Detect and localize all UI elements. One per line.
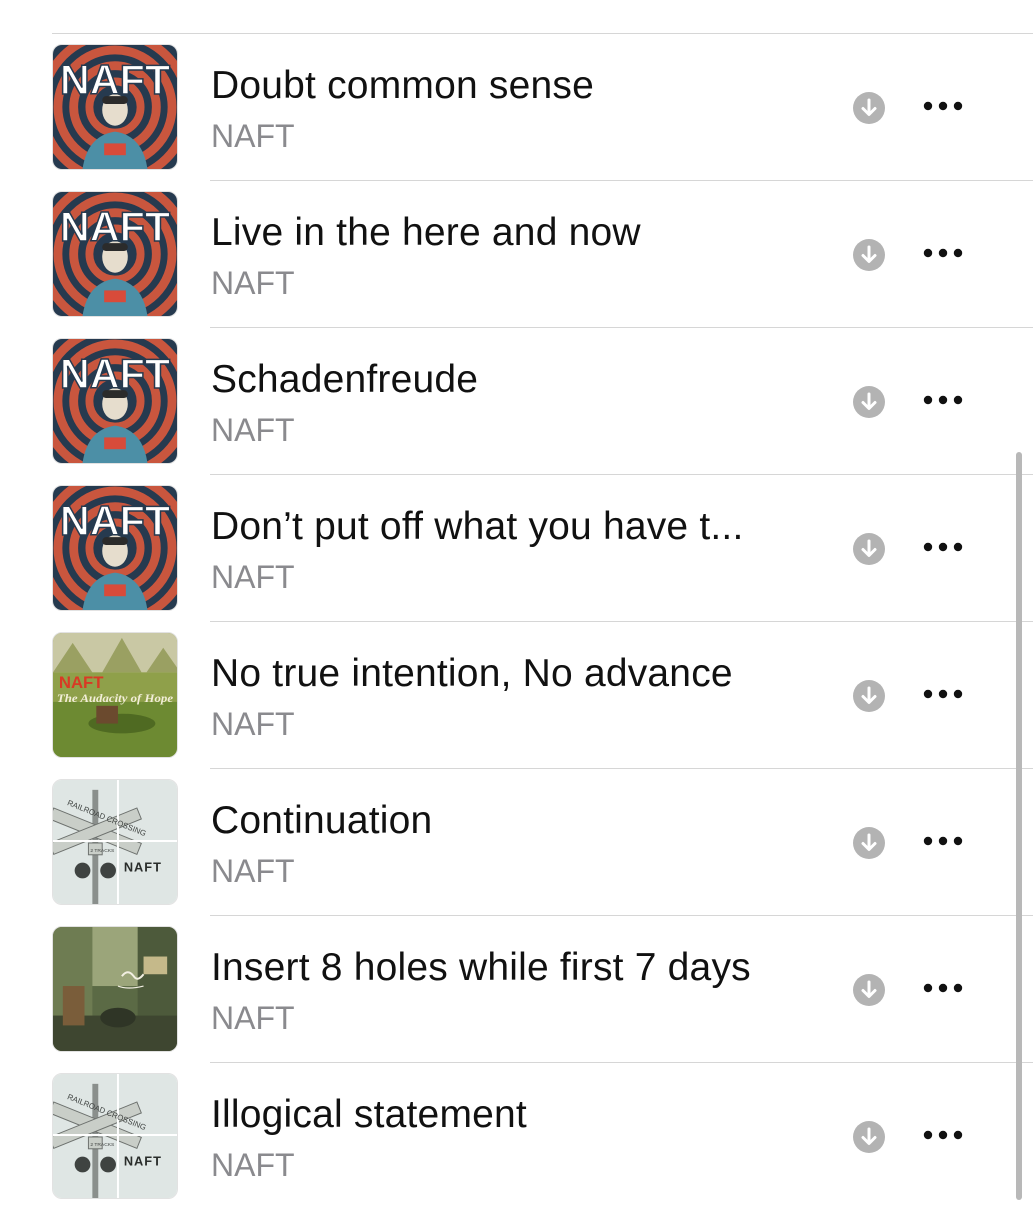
spiral-album-art: NAFT	[53, 45, 177, 169]
track-artist: NAFT	[211, 853, 295, 889]
track-row[interactable]: RAILROAD CROSSING 2 TRACKS NAFT Continua…	[0, 769, 1033, 916]
spiral-album-art: NAFT	[53, 339, 177, 463]
track-title: Schadenfreude	[211, 358, 479, 401]
more-options-button[interactable]	[918, 1115, 968, 1155]
svg-text:NAFT: NAFT	[60, 351, 170, 397]
album-artwork: NAFT The Audacity of Hope	[52, 632, 178, 758]
album-artwork: NAFT	[52, 338, 178, 464]
album-artwork: NAFT	[52, 44, 178, 170]
track-title: Doubt common sense	[211, 64, 594, 107]
artwork-text: NAFT	[124, 860, 162, 875]
download-icon[interactable]	[852, 679, 886, 713]
track-title: Insert 8 holes while first 7 days	[211, 946, 751, 989]
track-row[interactable]: RAILROAD CROSSING 2 TRACKS NAFT Illogica…	[0, 1063, 1033, 1210]
spiral-album-art: NAFT	[53, 192, 177, 316]
album-artwork: RAILROAD CROSSING 2 TRACKS NAFT	[52, 779, 178, 905]
album-artwork	[52, 926, 178, 1052]
artwork-text: 2 TRACKS	[90, 1142, 115, 1148]
download-icon[interactable]	[852, 1120, 886, 1154]
track-row[interactable]: NAFT The Audacity of Hope No true intent…	[0, 622, 1033, 769]
more-icon	[923, 395, 963, 405]
more-options-button[interactable]	[918, 821, 968, 861]
more-icon	[923, 101, 963, 111]
download-icon[interactable]	[852, 532, 886, 566]
more-icon	[923, 983, 963, 993]
svg-text:NAFT: NAFT	[60, 498, 170, 544]
svg-text:NAFT: NAFT	[60, 204, 170, 250]
track-row[interactable]: Insert 8 holes while first 7 days NAFT	[0, 916, 1033, 1063]
crossing-album-art: RAILROAD CROSSING 2 TRACKS NAFT	[53, 1074, 177, 1198]
download-icon[interactable]	[852, 91, 886, 125]
track-row[interactable]: NAFT Live in the here and now NAFT	[0, 181, 1033, 328]
more-options-button[interactable]	[918, 674, 968, 714]
download-icon[interactable]	[852, 238, 886, 272]
album-artwork: NAFT	[52, 191, 178, 317]
album-artwork: RAILROAD CROSSING 2 TRACKS NAFT	[52, 1073, 178, 1199]
scrollbar[interactable]	[1016, 452, 1022, 1200]
track-title: Illogical statement	[211, 1093, 527, 1136]
track-artist: NAFT	[211, 1147, 295, 1183]
artwork-text: NAFT	[124, 1154, 162, 1169]
album-artwork: NAFT	[52, 485, 178, 611]
download-icon[interactable]	[852, 826, 886, 860]
svg-text:NAFT: NAFT	[60, 57, 170, 103]
track-title: Continuation	[211, 799, 433, 842]
track-row[interactable]: NAFT Don’t put off what you have t... NA…	[0, 475, 1033, 622]
track-artist: NAFT	[211, 1000, 295, 1036]
more-options-button[interactable]	[918, 86, 968, 126]
more-icon	[923, 836, 963, 846]
track-artist: NAFT	[211, 559, 295, 595]
artwork-text: NAFT	[59, 673, 104, 692]
track-title: No true intention, No advance	[211, 652, 733, 695]
track-row[interactable]: NAFT Schadenfreude NAFT	[0, 328, 1033, 475]
more-icon	[923, 1130, 963, 1140]
more-icon	[923, 689, 963, 699]
more-options-button[interactable]	[918, 380, 968, 420]
track-title: Don’t put off what you have t...	[211, 505, 744, 548]
track-artist: NAFT	[211, 118, 295, 154]
more-options-button[interactable]	[918, 233, 968, 273]
track-row[interactable]: NAFT Doubt common sense NAFT	[0, 34, 1033, 181]
track-list: NAFT Doubt common sense NAFT NAFT Live i…	[0, 34, 1033, 1210]
spiral-album-art: NAFT	[53, 486, 177, 610]
more-options-button[interactable]	[918, 968, 968, 1008]
more-options-button[interactable]	[918, 527, 968, 567]
download-icon[interactable]	[852, 385, 886, 419]
audacity-album-art: NAFT The Audacity of Hope	[53, 633, 177, 757]
artwork-text: The Audacity of Hope	[57, 693, 173, 705]
track-title: Live in the here and now	[211, 211, 641, 254]
street-album-art	[53, 927, 177, 1051]
download-icon[interactable]	[852, 973, 886, 1007]
track-artist: NAFT	[211, 706, 295, 742]
artwork-text: 2 TRACKS	[90, 848, 115, 854]
track-artist: NAFT	[211, 412, 295, 448]
more-icon	[923, 248, 963, 258]
crossing-album-art: RAILROAD CROSSING 2 TRACKS NAFT	[53, 780, 177, 904]
more-icon	[923, 542, 963, 552]
track-artist: NAFT	[211, 265, 295, 301]
